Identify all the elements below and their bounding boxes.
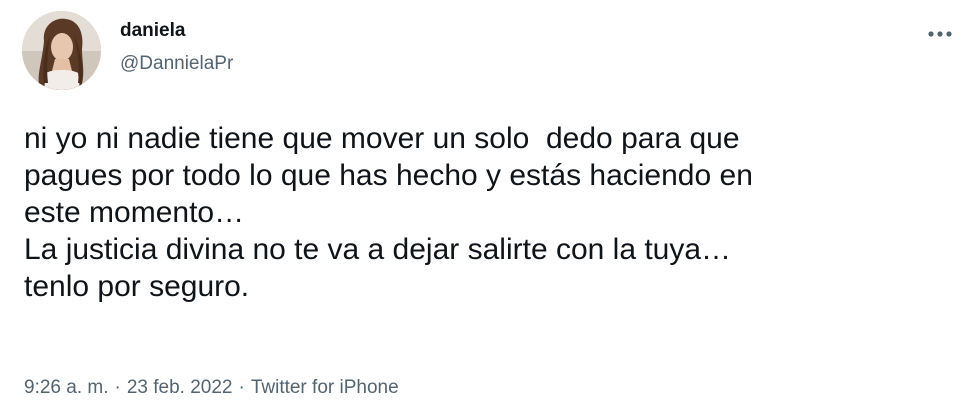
tweet: daniela @DannielaPr ni yo ni nadie tiene… [0, 0, 980, 418]
more-options-button[interactable] [922, 16, 958, 52]
user-handle[interactable]: @DannielaPr [120, 53, 233, 75]
avatar[interactable] [22, 11, 101, 90]
tweet-text-line: pagues por todo lo que has hecho y estás… [24, 159, 753, 192]
meta-separator: · [114, 377, 121, 398]
display-name[interactable]: daniela [120, 20, 185, 42]
tweet-source-link[interactable]: Twitter for iPhone [251, 377, 399, 398]
tweet-text-line: La justicia divina no te va a dejar sali… [24, 233, 732, 266]
tweet-time-link[interactable]: 9:26 a. m. [24, 377, 109, 398]
tweet-text-line: este momento… [24, 196, 245, 229]
meta-separator: · [238, 377, 245, 398]
more-options-icon [928, 31, 952, 37]
tweet-metadata: 9:26 a. m. · 23 feb. 2022 · Twitter for iPho… [24, 377, 399, 399]
profile-photo-icon [22, 11, 101, 90]
tweet-text: ni yo ni nadie tiene que mover un solo d… [24, 120, 964, 305]
tweet-text-line: tenlo por seguro. [24, 270, 250, 303]
tweet-date-link[interactable]: 23 feb. 2022 [127, 377, 233, 398]
tweet-text-line: ni yo ni nadie tiene que mover un solo d… [24, 122, 740, 155]
